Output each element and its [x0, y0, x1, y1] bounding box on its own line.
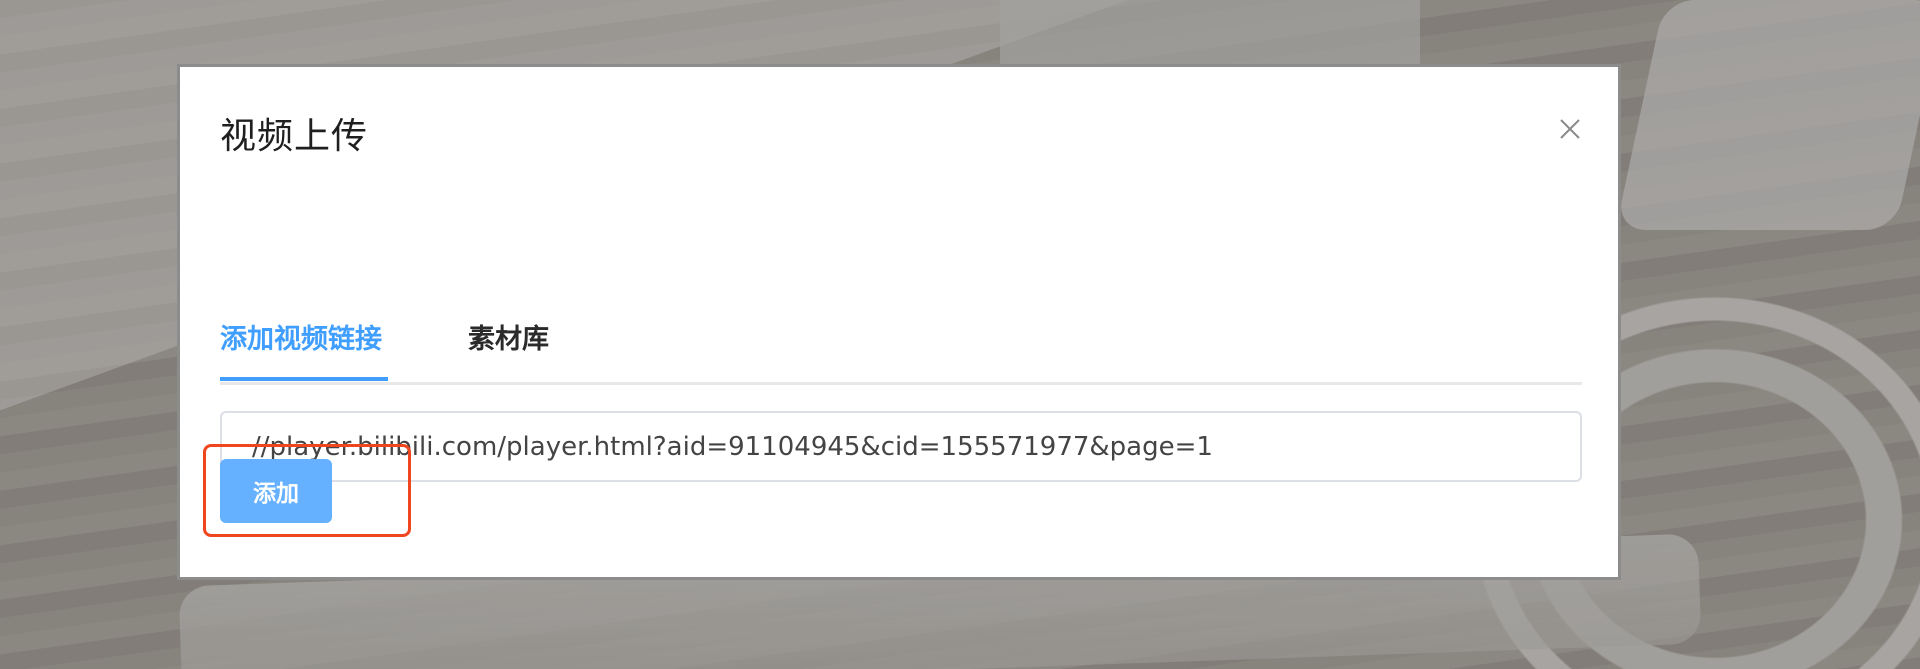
close-icon[interactable] — [1550, 109, 1590, 149]
tab-bar: 添加视频链接 素材库 — [220, 317, 1582, 385]
dialog-title: 视频上传 — [220, 116, 369, 157]
video-upload-dialog: 视频上传 添加视频链接 素材库 添加 — [177, 64, 1621, 580]
add-button[interactable]: 添加 — [220, 459, 332, 523]
tab-material-library[interactable]: 素材库 — [468, 317, 549, 381]
video-url-input[interactable] — [220, 411, 1582, 482]
tab-add-video-link[interactable]: 添加视频链接 — [220, 317, 388, 381]
